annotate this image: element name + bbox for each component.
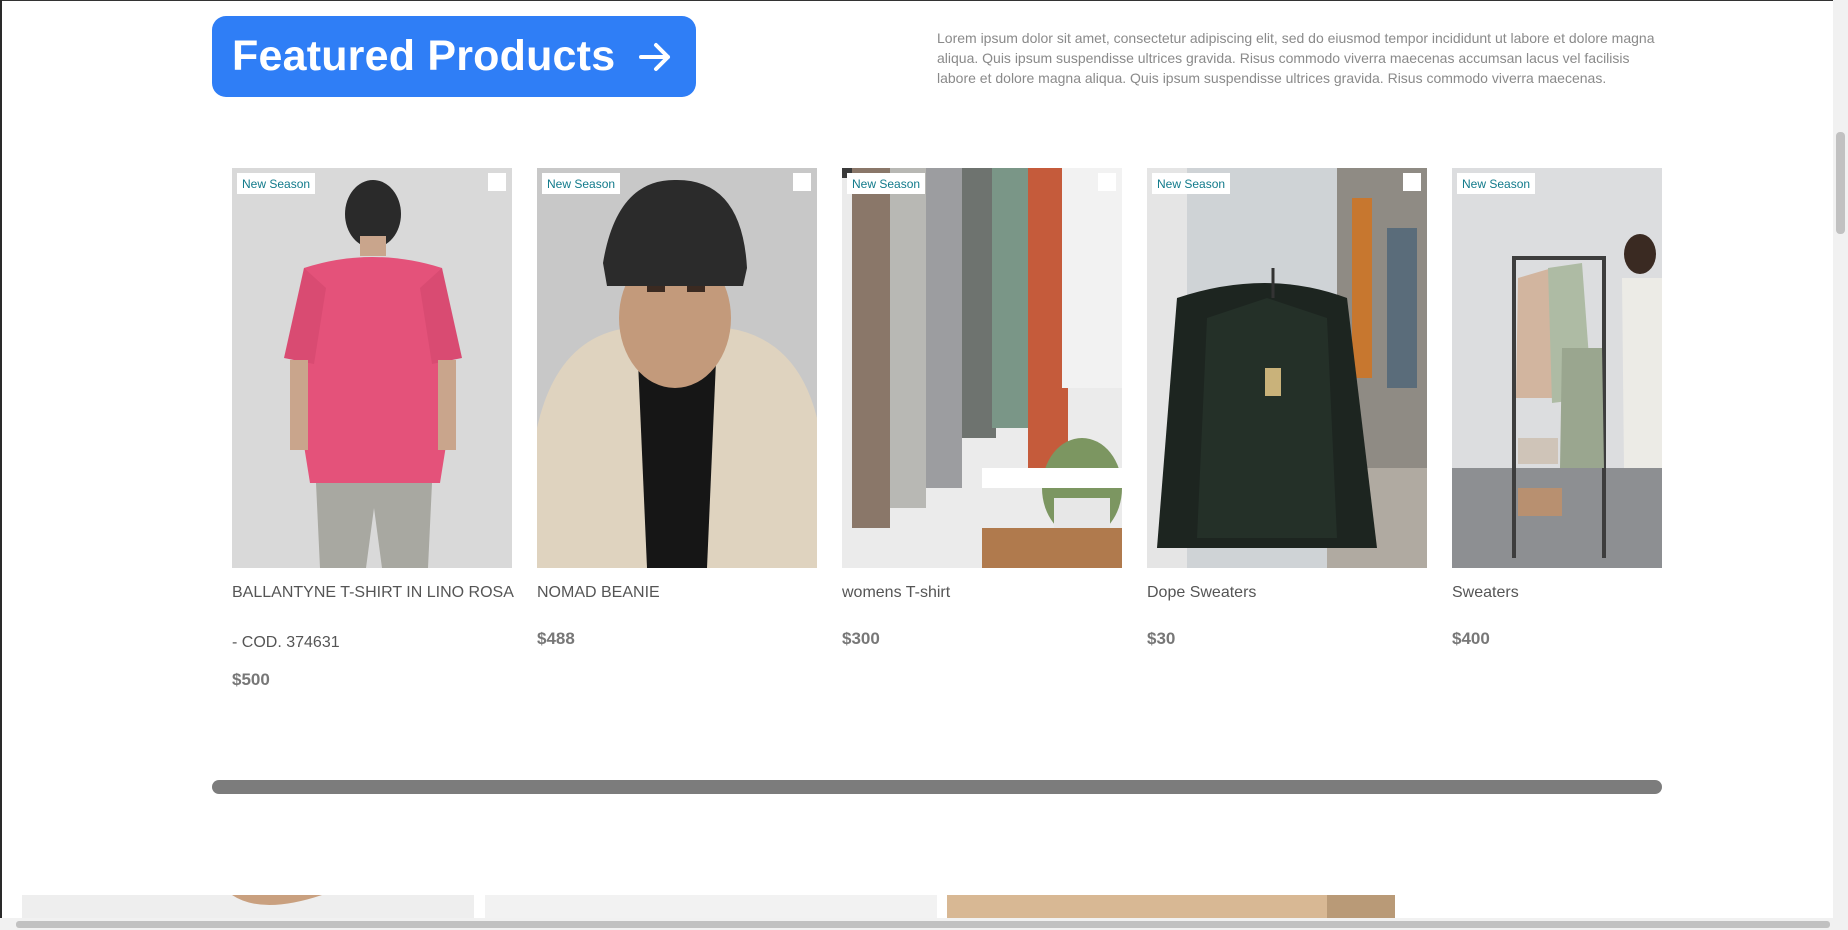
product-image[interactable]: New Season: [1147, 168, 1427, 568]
badge-new-season: New Season: [847, 173, 926, 194]
product-carousel[interactable]: New Season BALLANTYNE T-SHIRT IN LINO RO…: [232, 168, 1662, 728]
scrollbar-thumb[interactable]: [16, 921, 1830, 928]
wishlist-checkbox[interactable]: [793, 173, 811, 191]
window-left-edge: [0, 0, 2, 930]
product-price: $30: [1147, 629, 1176, 648]
product-image[interactable]: New Season: [842, 168, 1122, 568]
page-vertical-scrollbar[interactable]: [1833, 0, 1848, 918]
wishlist-checkbox[interactable]: [488, 173, 506, 191]
product-image[interactable]: New Season: [232, 168, 512, 568]
badge-new-season: New Season: [1152, 173, 1231, 194]
window-top-edge: [0, 0, 1848, 1]
product-image[interactable]: New Season: [537, 168, 817, 568]
badge-new-season: New Season: [237, 173, 316, 194]
product-card[interactable]: New Season NOMAD BEANIE $488: [537, 168, 817, 649]
section-image: [947, 895, 1395, 919]
featured-products-title: Featured Products: [232, 32, 616, 80]
product-name[interactable]: BALLANTYNE T-SHIRT IN LINO ROSA - COD. 3…: [232, 568, 514, 668]
wishlist-checkbox[interactable]: [1403, 173, 1421, 191]
product-name[interactable]: womens T-shirt: [842, 568, 1124, 603]
product-name[interactable]: Sweaters: [1452, 568, 1662, 603]
product-price: $300: [842, 629, 880, 648]
badge-new-season: New Season: [542, 173, 621, 194]
product-card[interactable]: New Season Dope Sweaters $30: [1147, 168, 1427, 649]
carousel-scrollbar[interactable]: [212, 780, 1662, 794]
intro-paragraph: Lorem ipsum dolor sit amet, consectetur …: [937, 30, 1655, 86]
featured-products-button[interactable]: Featured Products: [212, 16, 696, 97]
product-card[interactable]: New Season womens T-shirt $300: [842, 168, 1122, 649]
badge-new-season: New Season: [1457, 173, 1536, 194]
product-card[interactable]: New Season Sweaters $400: [1452, 168, 1662, 649]
product-image[interactable]: New Season: [1452, 168, 1662, 568]
product-name[interactable]: Dope Sweaters: [1147, 568, 1429, 603]
product-price: $488: [537, 629, 575, 648]
section-image: [22, 895, 474, 919]
scrollbar-thumb[interactable]: [1836, 132, 1845, 234]
product-name[interactable]: NOMAD BEANIE: [537, 568, 819, 603]
arrow-right-icon: [637, 39, 673, 75]
section-image: [485, 895, 937, 919]
wishlist-checkbox[interactable]: [1098, 173, 1116, 191]
product-price: $400: [1452, 629, 1490, 648]
product-card[interactable]: New Season BALLANTYNE T-SHIRT IN LINO RO…: [232, 168, 514, 690]
page-horizontal-scrollbar[interactable]: [0, 918, 1848, 930]
product-price: $500: [232, 670, 270, 689]
